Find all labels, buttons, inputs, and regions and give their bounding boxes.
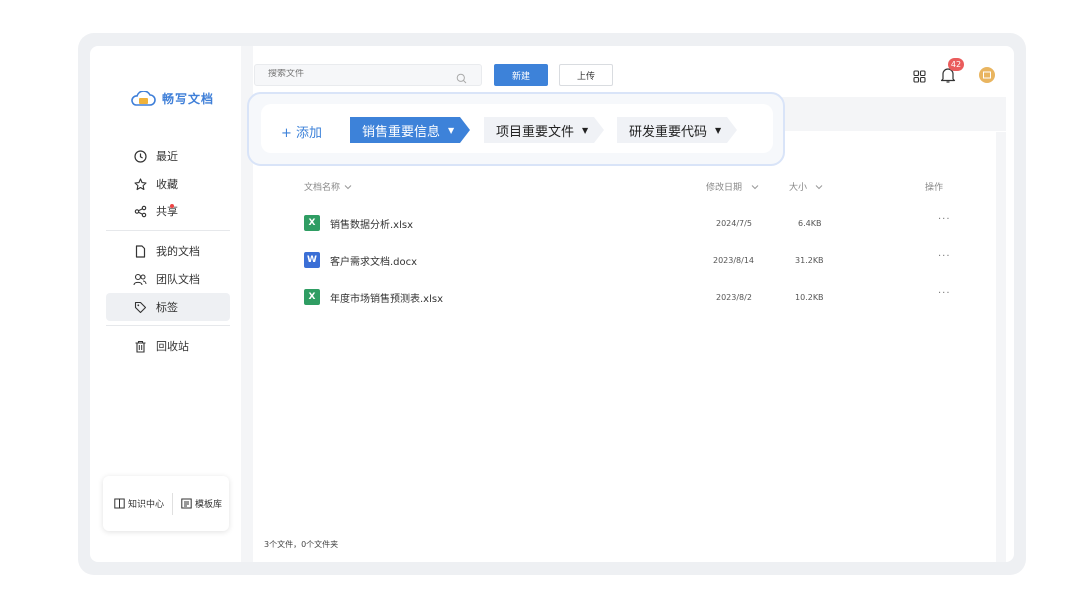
tag-project-files[interactable]: 项目重要文件 ▼: [484, 117, 604, 143]
search-box[interactable]: [254, 64, 482, 86]
column-header-label: 大小: [789, 183, 808, 193]
sidebar-item-label: 最近: [156, 150, 178, 163]
cloud-logo-icon: [131, 90, 156, 106]
clock-icon: [132, 148, 148, 164]
chevron-down-icon: [344, 184, 352, 189]
share-icon: [132, 203, 148, 219]
file-name: 年度市场销售预测表.xlsx: [330, 293, 444, 305]
table-row[interactable]: X 年度市场销售预测表.xlsx: [304, 289, 443, 305]
sidebar-bottom-links: 知识中心 模板库: [103, 476, 229, 531]
modified-date: 2023/8/14: [713, 256, 755, 265]
template-library-label: 模板库: [195, 500, 223, 510]
excel-file-icon: X: [304, 215, 320, 231]
more-actions-icon[interactable]: ···: [938, 214, 951, 225]
more-actions-icon[interactable]: ···: [938, 288, 951, 299]
tag-label: 项目重要文件: [496, 124, 575, 140]
add-tag-label: + 添加: [281, 126, 323, 141]
book-icon: [114, 498, 125, 509]
modified-date: 2023/8/2: [716, 293, 752, 302]
column-header-label: 操作: [925, 183, 944, 193]
sidebar-item-label: 回收站: [156, 340, 189, 353]
content-header-band: [778, 97, 1006, 131]
modified-date: 2024/7/5: [716, 219, 752, 228]
caret-down-icon[interactable]: ▼: [448, 126, 454, 135]
sidebar-item-favorites[interactable]: 收藏: [106, 170, 230, 198]
template-icon: [181, 498, 192, 509]
sidebar-item-recent[interactable]: 最近: [106, 142, 230, 170]
file-size: 6.4KB: [798, 219, 822, 228]
tag-dev-code[interactable]: 研发重要代码 ▼: [617, 117, 737, 143]
more-actions-icon[interactable]: ···: [938, 251, 951, 262]
word-file-icon: W: [304, 252, 320, 268]
tag-sales-info[interactable]: 销售重要信息 ▼: [350, 117, 470, 143]
team-icon: [132, 271, 148, 287]
table-row[interactable]: W 客户需求文档.docx: [304, 252, 417, 268]
file-size: 31.2KB: [795, 256, 824, 265]
sidebar-item-my-documents[interactable]: 我的文档: [106, 237, 230, 265]
search-input[interactable]: [268, 69, 448, 79]
sidebar-divider: [106, 230, 230, 231]
apps-grid-icon[interactable]: [913, 68, 926, 87]
app-name: 畅写文档: [162, 92, 215, 106]
sidebar-item-team-documents[interactable]: 团队文档: [106, 265, 230, 293]
column-header-label: 修改日期: [706, 183, 743, 193]
trash-icon: [132, 338, 148, 354]
column-header-label: 文档名称: [304, 183, 341, 193]
sidebar-item-shared[interactable]: 共享: [106, 197, 230, 225]
column-header-size[interactable]: 大小: [789, 180, 825, 193]
new-button[interactable]: 新建: [494, 64, 548, 86]
sidebar-item-tags[interactable]: 标签: [106, 293, 230, 321]
sidebar-item-label: 团队文档: [156, 273, 200, 286]
sidebar-item-label: 标签: [156, 301, 178, 314]
template-library-link[interactable]: 模板库: [181, 497, 222, 510]
file-count-status: 3个文件，0个文件夹: [264, 540, 339, 549]
sidebar-item-label: 我的文档: [156, 245, 200, 258]
avatar[interactable]: [979, 67, 995, 83]
column-header-actions: 操作: [925, 180, 943, 193]
content-right-gutter: [996, 132, 1006, 562]
chevron-down-icon: [751, 184, 759, 189]
notification-badge: 42: [948, 58, 964, 71]
search-icon[interactable]: [456, 69, 467, 88]
knowledge-center-link[interactable]: 知识中心: [114, 497, 164, 510]
table-row[interactable]: X 销售数据分析.xlsx: [304, 215, 413, 231]
sidebar-divider: [106, 325, 230, 326]
file-name: 销售数据分析.xlsx: [330, 219, 414, 231]
sidebar-item-label: 收藏: [156, 178, 178, 191]
column-header-name[interactable]: 文档名称: [304, 180, 352, 193]
tag-icon: [132, 299, 148, 315]
sidebar-item-label: 共享: [156, 205, 178, 218]
add-tag-button[interactable]: + 添加: [281, 122, 322, 141]
tag-label: 研发重要代码: [629, 124, 708, 140]
caret-down-icon[interactable]: ▼: [715, 126, 721, 135]
upload-button[interactable]: 上传: [559, 64, 613, 86]
chevron-down-icon: [815, 184, 823, 189]
app-logo[interactable]: 畅写文档: [130, 90, 214, 107]
avatar-glyph-icon: [983, 71, 991, 79]
shared-notification-dot: [170, 204, 174, 208]
excel-file-icon: X: [304, 289, 320, 305]
file-size: 10.2KB: [795, 293, 824, 302]
file-list-panel: [254, 132, 996, 562]
bottom-divider: [172, 492, 174, 515]
sidebar-item-trash[interactable]: 回收站: [106, 332, 230, 360]
knowledge-center-label: 知识中心: [128, 500, 165, 510]
document-icon: [132, 243, 148, 259]
star-icon: [132, 176, 148, 192]
file-name: 客户需求文档.docx: [330, 256, 418, 268]
column-header-modified[interactable]: 修改日期: [706, 180, 760, 193]
caret-down-icon[interactable]: ▼: [582, 126, 588, 135]
tag-label: 销售重要信息: [362, 124, 441, 140]
